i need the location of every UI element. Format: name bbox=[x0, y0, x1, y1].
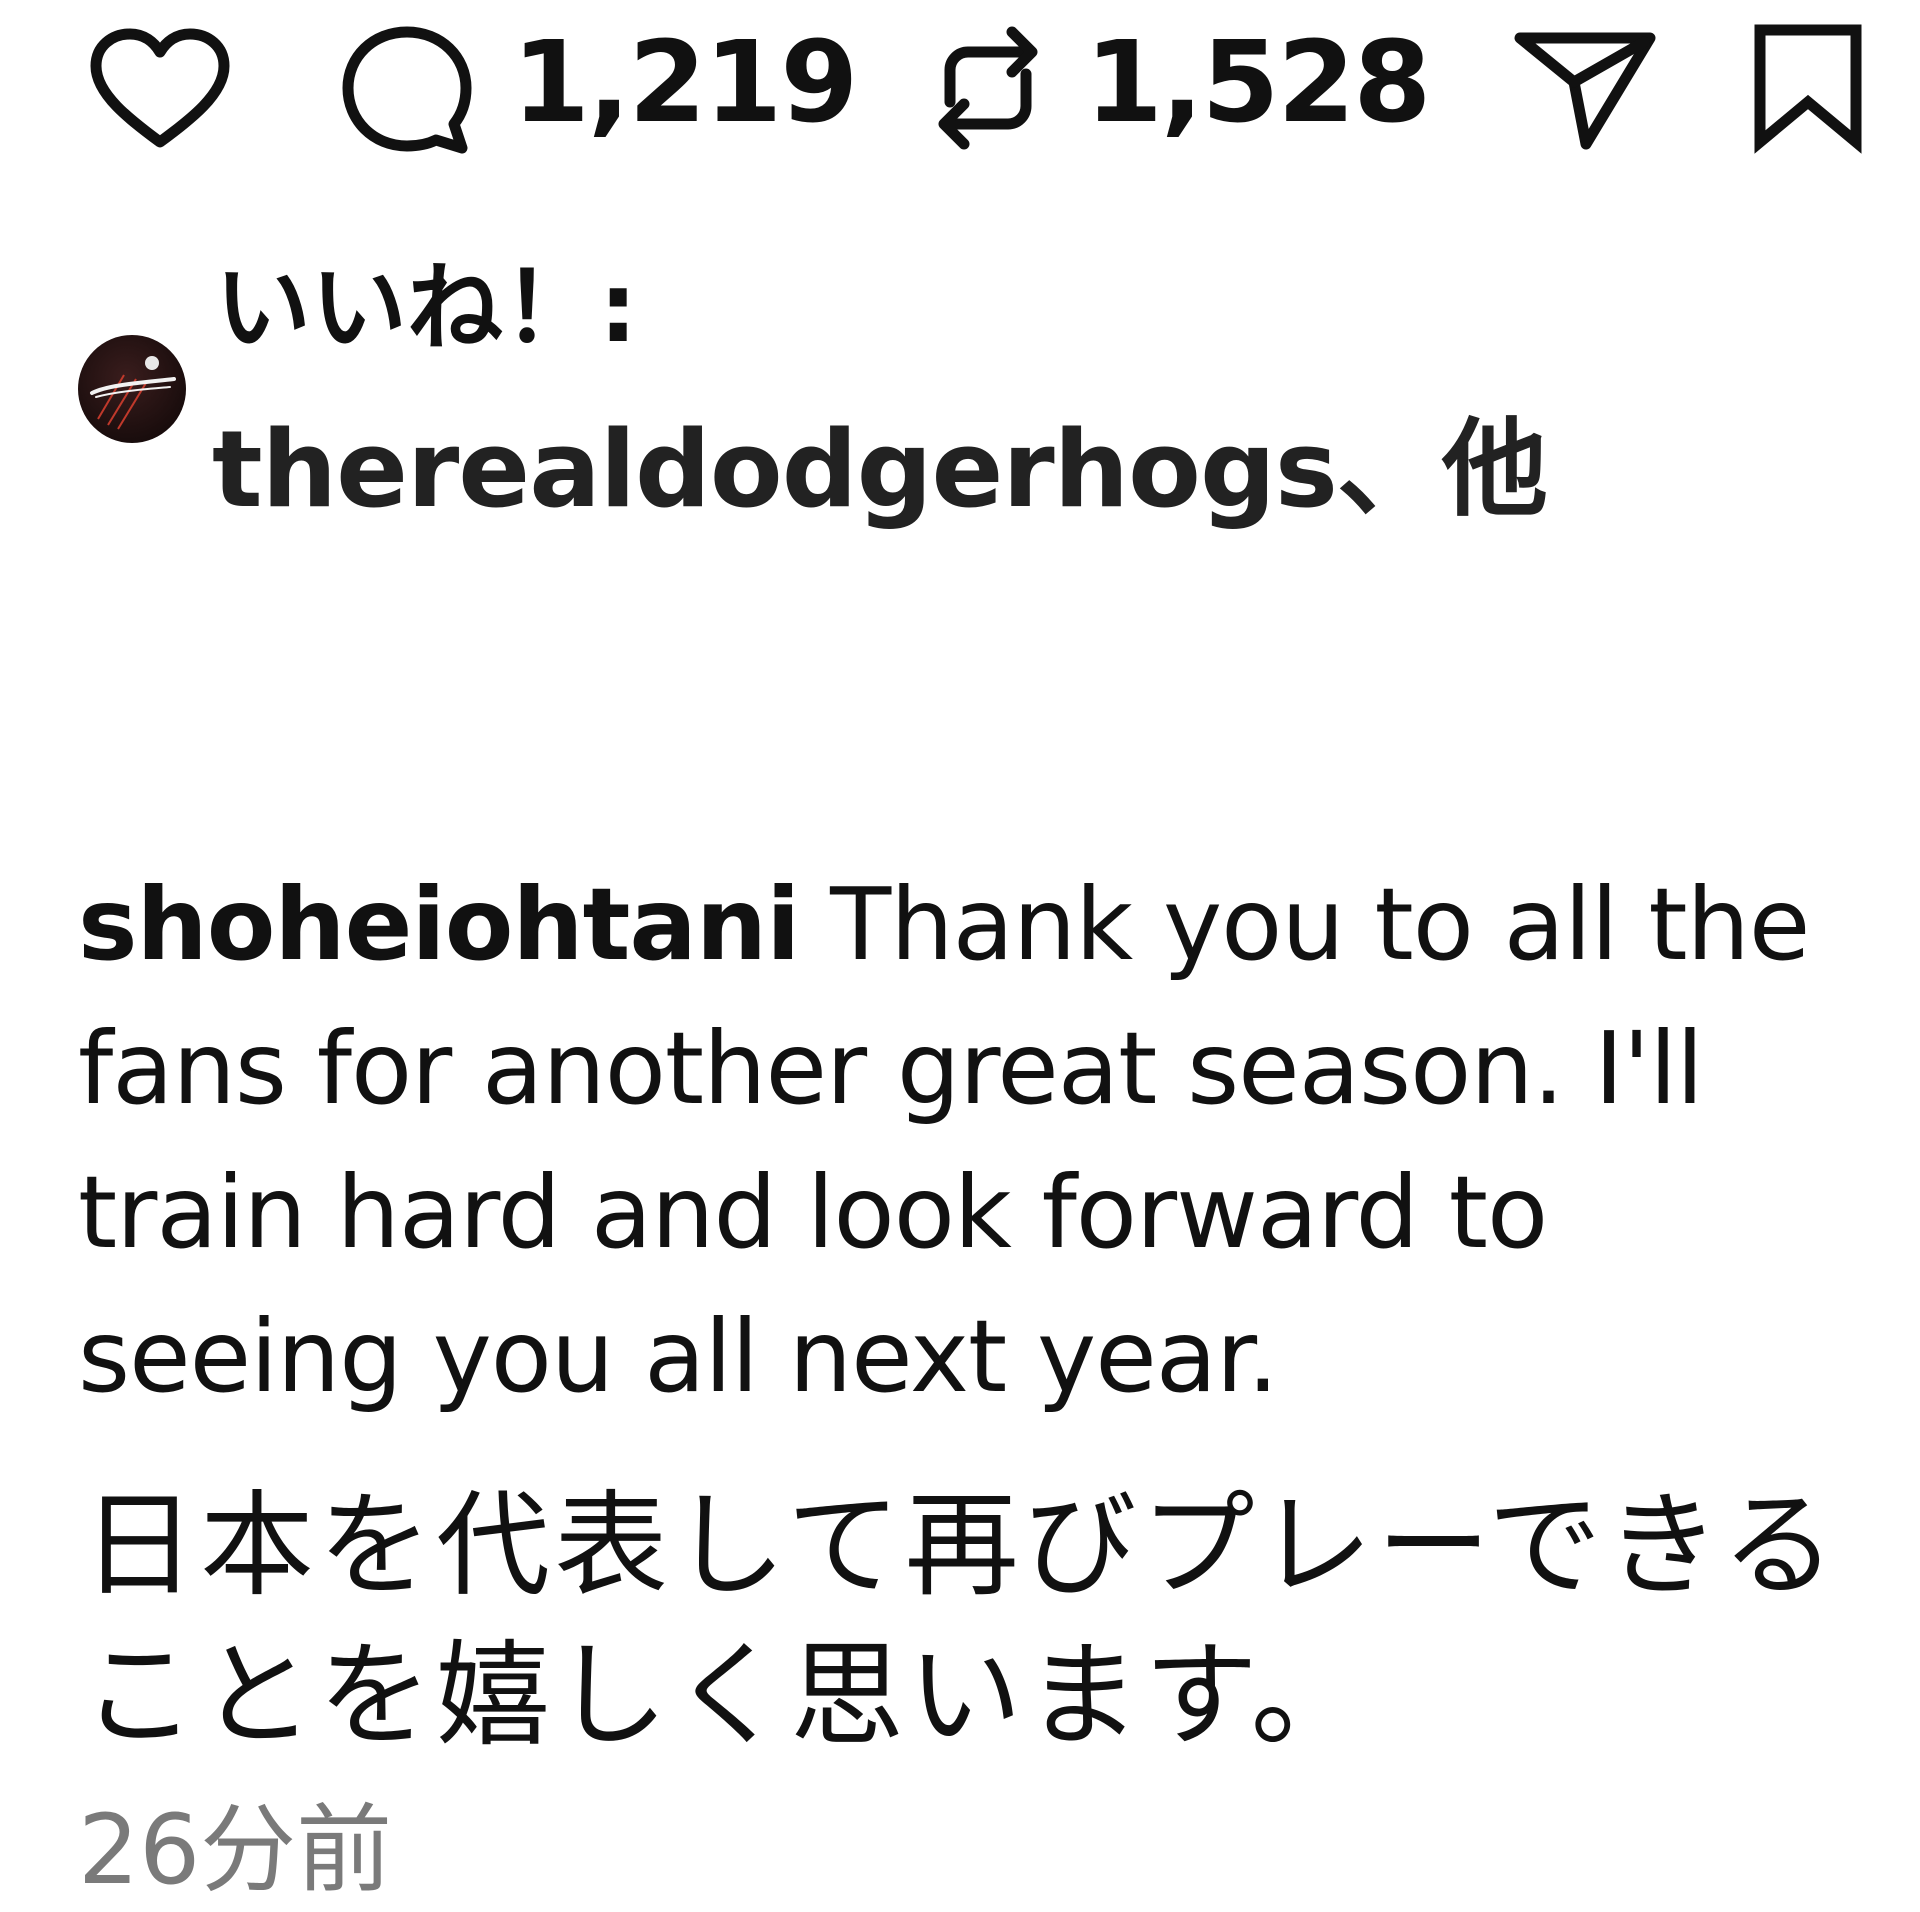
bookmark-icon bbox=[1754, 24, 1862, 154]
dodgerhogs-avatar-icon bbox=[90, 356, 176, 430]
caption-username[interactable]: shoheiohtani bbox=[78, 866, 800, 983]
share-button[interactable] bbox=[1512, 22, 1658, 152]
like-button[interactable] bbox=[90, 28, 230, 150]
liked-by-users[interactable]: therealdodgerhogs、他 bbox=[212, 405, 1548, 535]
send-paper-plane-icon bbox=[1514, 32, 1656, 150]
action-bar: 1,219 1,528 bbox=[0, 0, 1920, 170]
comment-count: 1,219 bbox=[512, 18, 858, 148]
repost-arrows-icon bbox=[938, 26, 1038, 150]
likes-label: いいね！: bbox=[215, 252, 638, 364]
post-caption: shoheiohtani Thank you to all the fans f… bbox=[78, 565, 1858, 1762]
caption-english: shoheiohtani Thank you to all the fans f… bbox=[78, 853, 1858, 1429]
save-button[interactable] bbox=[1752, 22, 1864, 154]
caption-text-japanese: 日本を代表して再びプレーできることを嬉しく思います。 bbox=[82, 1479, 1840, 1762]
avatar[interactable] bbox=[78, 335, 186, 443]
repost-button[interactable] bbox=[928, 18, 1048, 158]
repost-count: 1,528 bbox=[1085, 18, 1431, 148]
comment-button[interactable] bbox=[340, 24, 474, 154]
comment-bubble-icon bbox=[342, 26, 472, 154]
heart-icon bbox=[90, 28, 230, 148]
post-timestamp: 26分前 bbox=[78, 1794, 393, 1906]
